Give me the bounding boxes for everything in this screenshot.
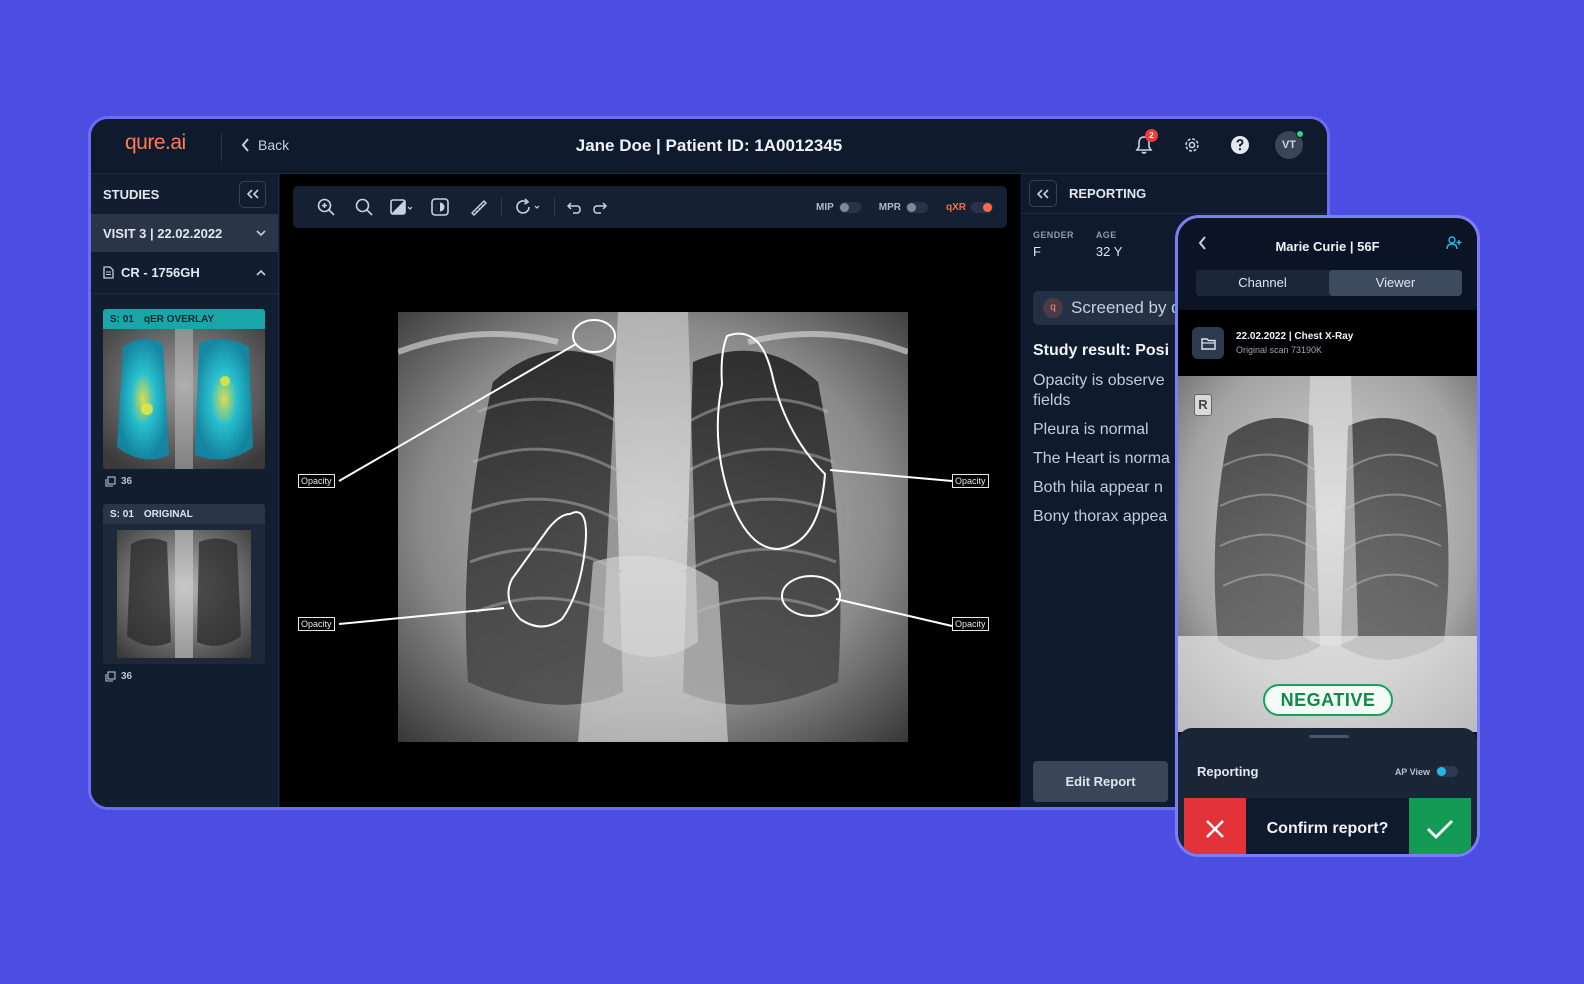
image-viewer[interactable]: MIP MPR qXR Opacity Opacity Opacity Opac…	[280, 174, 1020, 807]
study-title: 22.02.2022 | Chest X-Ray	[1236, 331, 1354, 342]
reporting-header: REPORTING	[1021, 174, 1327, 214]
image-count-value: 36	[121, 671, 133, 682]
image-count: 36	[105, 476, 132, 487]
mobile-tabs: Channel Viewer	[1196, 270, 1462, 296]
online-indicator	[1296, 130, 1304, 138]
mobile-patient-title: Marie Curie | 56F	[1275, 238, 1380, 254]
studies-title: STUDIES	[103, 186, 160, 202]
confirm-bar: Confirm report?	[1184, 798, 1471, 854]
notification-badge: 2	[1145, 129, 1158, 142]
mobile-header: Marie Curie | 56F	[1178, 218, 1477, 274]
sheet-handle[interactable]	[1309, 735, 1349, 738]
folder-icon	[1200, 337, 1216, 350]
negative-result-badge: NEGATIVE	[1263, 684, 1393, 716]
chevron-down-icon	[256, 229, 266, 236]
sheet-title: Reporting	[1197, 764, 1259, 779]
original-xray-image	[117, 530, 251, 658]
back-label: Back	[258, 137, 290, 153]
qure-badge-icon: q	[1043, 298, 1063, 318]
gender-label: GENDER	[1033, 230, 1074, 240]
avatar-initials: VT	[1281, 139, 1297, 151]
gear-icon	[1185, 138, 1199, 152]
user-share-icon[interactable]	[1446, 236, 1463, 250]
opacity-label[interactable]: Opacity	[952, 474, 989, 488]
mobile-app: Marie Curie | 56F Channel Viewer 22.02.2…	[1175, 215, 1480, 857]
tab-viewer[interactable]: Viewer	[1329, 270, 1462, 296]
opacity-label[interactable]: Opacity	[298, 617, 335, 631]
thumb-series-no: S: 01	[110, 508, 134, 520]
folder-button[interactable]	[1192, 327, 1224, 359]
double-chevron-left-icon	[246, 189, 259, 199]
chevron-left-icon[interactable]	[1198, 236, 1207, 250]
visit-label: VISIT 3 | 22.02.2022	[103, 225, 223, 241]
close-icon	[1206, 820, 1224, 838]
studies-header: STUDIES	[91, 174, 278, 214]
ap-view-toggle[interactable]: AP View	[1395, 766, 1458, 777]
reporting-title: REPORTING	[1069, 186, 1147, 201]
ap-view-switch[interactable]	[1436, 766, 1458, 777]
opacity-annotations	[338, 319, 953, 628]
screened-text: Screened by q	[1071, 298, 1181, 317]
help-button[interactable]	[1227, 132, 1253, 158]
back-button[interactable]: Back	[241, 137, 289, 153]
edit-report-button[interactable]: Edit Report	[1033, 761, 1168, 802]
confirm-message: Confirm report?	[1246, 798, 1409, 854]
reporting-sheet: Reporting AP View Confirm report?	[1178, 728, 1477, 854]
patient-demographics: GENDER F AGE 32 Y	[1033, 230, 1122, 259]
check-icon	[1427, 820, 1453, 839]
age-value: 32 Y	[1095, 244, 1123, 259]
mobile-study-row[interactable]: 22.02.2022 | Chest X-Ray Original scan 7…	[1178, 310, 1477, 376]
ap-view-label: AP View	[1394, 766, 1430, 777]
thumbnail-label: S: 01 qER OVERLAY	[103, 309, 265, 329]
notification-button[interactable]: 2	[1131, 129, 1158, 158]
overlay-xray-image	[103, 329, 265, 469]
thumb-series-no: S: 01	[110, 313, 134, 325]
opacity-label[interactable]: Opacity	[298, 474, 335, 488]
study-result: Study result: Posi	[1033, 342, 1170, 359]
visit-selector[interactable]: VISIT 3 | 22.02.2022	[91, 214, 278, 252]
thumb-label-text: qER OVERLAY	[143, 313, 215, 325]
image-count-value: 36	[121, 476, 133, 487]
collapse-report-button[interactable]	[1029, 180, 1057, 207]
settings-button[interactable]	[1179, 132, 1205, 158]
thumb-label-text: ORIGINAL	[143, 508, 193, 520]
double-chevron-left-icon	[1037, 188, 1049, 199]
thumbnail-original[interactable]: S: 01 ORIGINAL	[103, 504, 265, 664]
opacity-label[interactable]: Opacity	[952, 617, 989, 631]
chevron-up-icon	[256, 269, 266, 276]
qure-logo[interactable]: qure.ai	[125, 131, 186, 155]
series-row[interactable]: CR - 1756GH	[91, 252, 278, 294]
chevron-left-icon	[241, 138, 249, 152]
top-bar: qure.ai Back Jane Doe | Patient ID: 1A00…	[91, 119, 1327, 174]
image-count: 36	[105, 671, 132, 682]
thumbnail-label: S: 01 ORIGINAL	[103, 504, 265, 524]
help-icon	[1231, 136, 1249, 154]
divider	[221, 133, 222, 161]
mobile-xray-graphic	[1178, 376, 1477, 732]
side-marker: R	[1194, 394, 1212, 416]
studies-sidebar: STUDIES VISIT 3 | 22.02.2022 CR - 1756GH…	[91, 174, 279, 807]
gender-field: GENDER F	[1033, 230, 1074, 259]
collapse-sidebar-button[interactable]	[239, 180, 266, 208]
document-icon	[103, 266, 114, 279]
series-label: CR - 1756GH	[121, 265, 200, 280]
stack-icon	[105, 671, 116, 682]
gender-value: F	[1033, 244, 1041, 259]
reject-button[interactable]	[1184, 798, 1246, 854]
user-avatar[interactable]: VT	[1275, 130, 1304, 159]
age-field: AGE 32 Y	[1096, 230, 1123, 259]
thumbnail-qer-overlay[interactable]: S: 01 qER OVERLAY	[103, 309, 265, 469]
desktop-window: qure.ai Back Jane Doe | Patient ID: 1A00…	[88, 116, 1330, 810]
mobile-xray-image[interactable]: R NEGATIVE	[1178, 376, 1477, 732]
age-label: AGE	[1095, 230, 1117, 240]
stack-icon	[105, 476, 116, 487]
tab-channel[interactable]: Channel	[1196, 270, 1329, 296]
study-subtitle: Original scan 73190K	[1236, 345, 1323, 355]
confirm-button[interactable]	[1409, 798, 1471, 854]
